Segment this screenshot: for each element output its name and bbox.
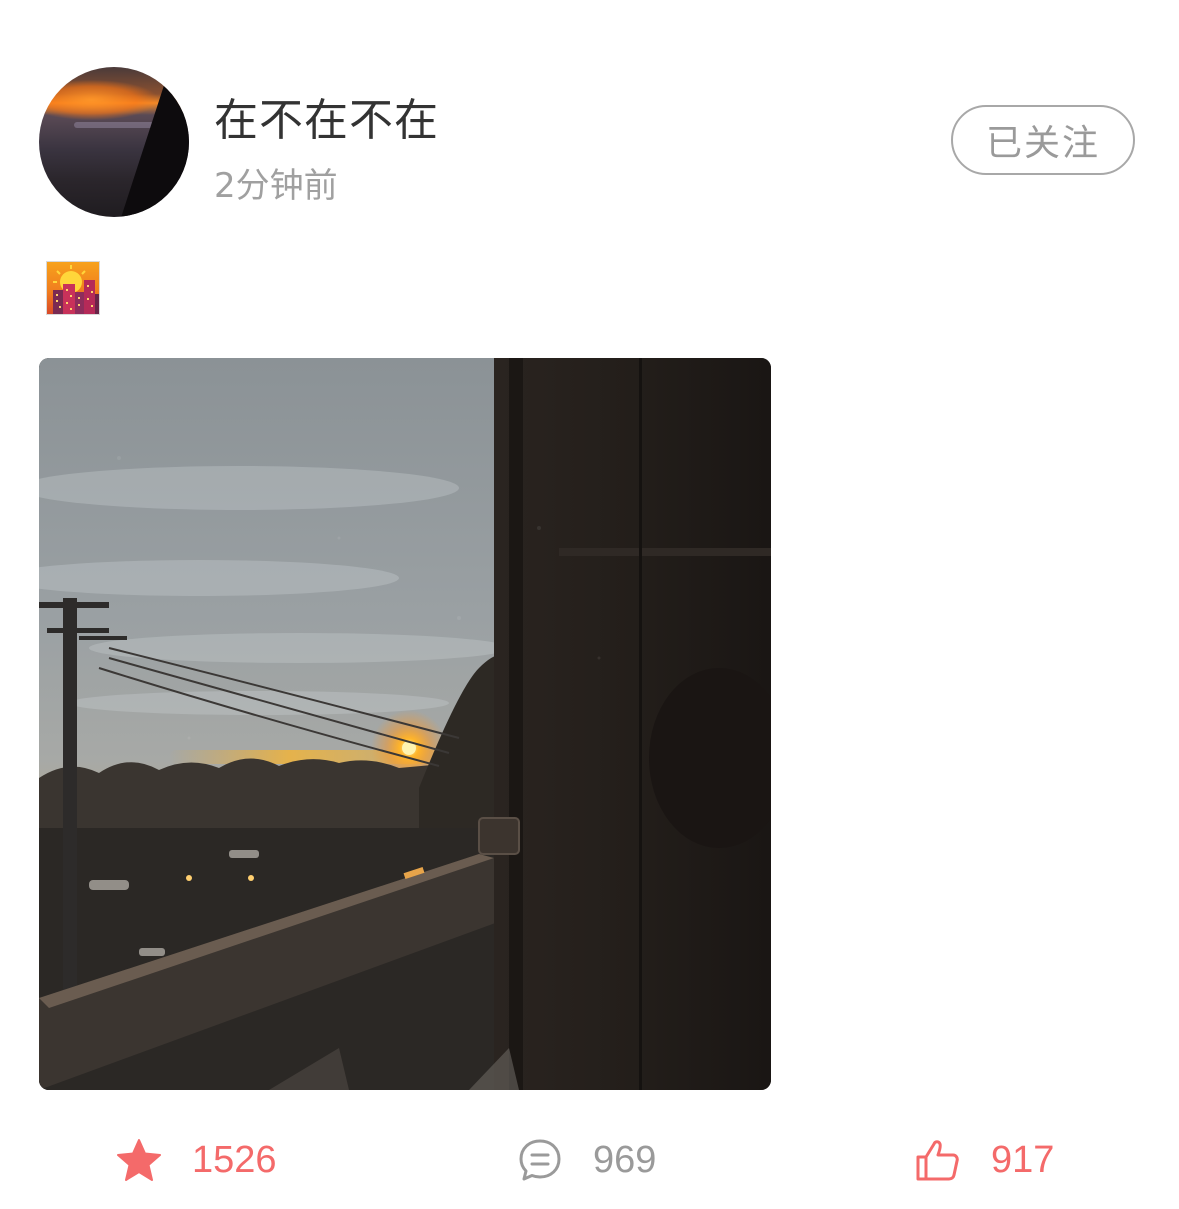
- follow-button[interactable]: 已关注: [951, 105, 1135, 175]
- like-count: 917: [991, 1138, 1055, 1181]
- star-icon: [117, 1139, 161, 1181]
- avatar-airplane-wing: [115, 81, 189, 217]
- favorite-count: 1526: [192, 1138, 277, 1181]
- thumbs-up-icon: [916, 1140, 959, 1181]
- post-photo[interactable]: [39, 358, 771, 1090]
- comment-count: 969: [593, 1138, 657, 1181]
- avatar-cloud-streak: [74, 122, 154, 128]
- post-card: 在不在不在 2分钟前 已关注 1526 969 917: [0, 0, 1179, 1209]
- favorite-button[interactable]: 1526: [116, 1132, 277, 1188]
- city-sunset-emoji: [46, 261, 100, 315]
- post-timestamp: 2分钟前: [214, 166, 338, 206]
- city-sunset-icon: [47, 262, 99, 314]
- comment-icon: [519, 1139, 561, 1181]
- avatar[interactable]: [39, 67, 189, 217]
- comment-button[interactable]: 969: [517, 1132, 656, 1188]
- like-button[interactable]: 917: [915, 1132, 1054, 1188]
- sunset-window-photo: [39, 358, 771, 1090]
- username[interactable]: 在不在不在: [214, 84, 439, 148]
